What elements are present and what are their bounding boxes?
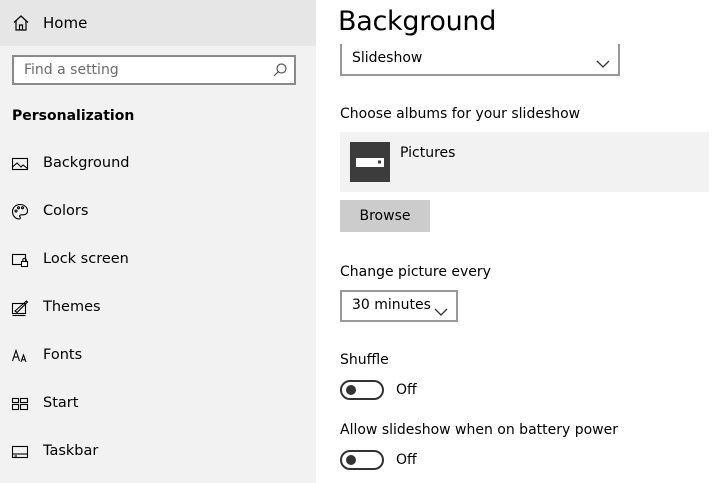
sidebar: Home Personalization Background Colors bbox=[0, 0, 316, 483]
albums-label: Choose albums for your slideshow bbox=[340, 106, 581, 122]
sidebar-item-taskbar[interactable]: Taskbar bbox=[0, 430, 316, 474]
browse-button[interactable]: Browse bbox=[340, 200, 430, 232]
home-nav-item[interactable]: Home bbox=[0, 0, 316, 46]
home-icon bbox=[12, 14, 30, 32]
search-icon[interactable] bbox=[272, 62, 288, 78]
chevron-down-icon bbox=[596, 54, 610, 68]
fonts-icon bbox=[11, 347, 29, 365]
palette-icon bbox=[11, 203, 29, 221]
themes-icon bbox=[11, 299, 29, 317]
sidebar-item-label: Colors bbox=[43, 203, 89, 219]
toggle-knob bbox=[346, 385, 356, 395]
picture-icon bbox=[11, 155, 29, 173]
sidebar-item-label: Start bbox=[43, 395, 79, 411]
start-icon bbox=[11, 395, 29, 413]
shuffle-toggle[interactable] bbox=[340, 380, 384, 400]
search-input[interactable] bbox=[14, 57, 274, 83]
background-mode-dropdown[interactable]: Slideshow bbox=[340, 44, 620, 76]
interval-label: Change picture every bbox=[340, 264, 491, 280]
album-name: Pictures bbox=[400, 145, 456, 161]
lock-screen-icon bbox=[11, 251, 29, 269]
sidebar-item-label: Background bbox=[43, 155, 130, 171]
interval-dropdown[interactable]: 30 minutes bbox=[340, 290, 458, 322]
battery-label: Allow slideshow when on battery power bbox=[340, 422, 618, 438]
sidebar-item-label: Lock screen bbox=[43, 251, 129, 267]
taskbar-icon bbox=[11, 443, 29, 461]
interval-value: 30 minutes bbox=[352, 297, 431, 313]
battery-state: Off bbox=[396, 452, 417, 468]
page-title: Background bbox=[338, 6, 497, 37]
home-label: Home bbox=[43, 14, 88, 32]
background-mode-value: Slideshow bbox=[352, 50, 423, 66]
sidebar-item-lock-screen[interactable]: Lock screen bbox=[0, 238, 316, 282]
toggle-knob bbox=[346, 455, 356, 465]
main-content: Background Slideshow Choose albums for y… bbox=[316, 0, 716, 483]
folder-icon bbox=[350, 142, 390, 182]
sidebar-item-label: Fonts bbox=[43, 347, 83, 363]
search-box bbox=[12, 55, 296, 85]
sidebar-item-fonts[interactable]: Fonts bbox=[0, 334, 316, 378]
battery-toggle[interactable] bbox=[340, 450, 384, 470]
sidebar-item-start[interactable]: Start bbox=[0, 382, 316, 426]
sidebar-item-themes[interactable]: Themes bbox=[0, 286, 316, 330]
sidebar-item-label: Taskbar bbox=[43, 443, 99, 459]
sidebar-item-colors[interactable]: Colors bbox=[0, 190, 316, 234]
section-title: Personalization bbox=[12, 108, 135, 124]
sidebar-item-label: Themes bbox=[43, 299, 101, 315]
sidebar-item-background[interactable]: Background bbox=[0, 142, 316, 186]
shuffle-state: Off bbox=[396, 382, 417, 398]
shuffle-label: Shuffle bbox=[340, 352, 389, 368]
chevron-down-icon bbox=[434, 302, 448, 316]
album-item[interactable]: Pictures bbox=[340, 132, 709, 192]
